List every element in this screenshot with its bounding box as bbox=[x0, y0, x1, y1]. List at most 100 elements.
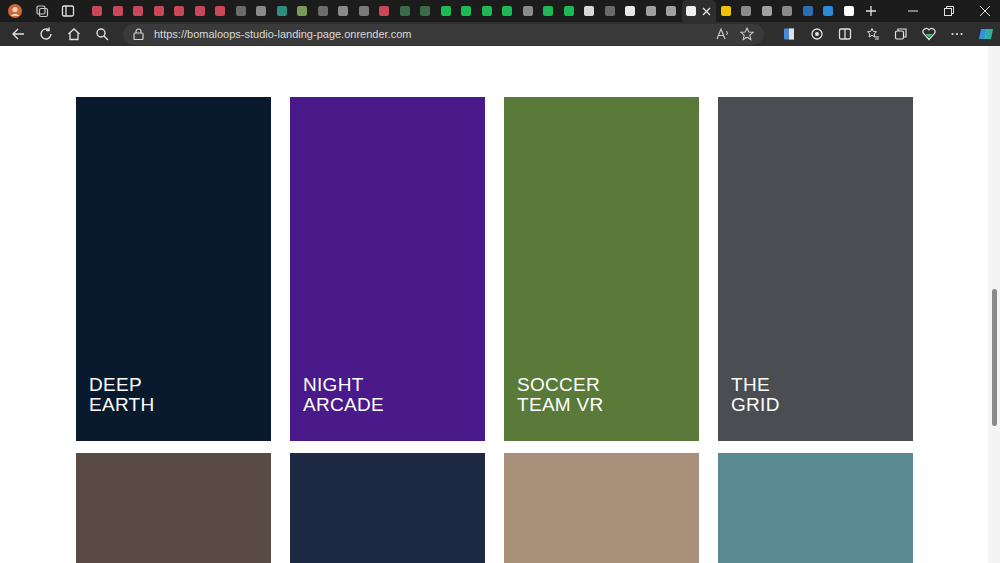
back-icon[interactable] bbox=[11, 27, 25, 41]
browser-tab[interactable] bbox=[798, 0, 819, 22]
tab-strip bbox=[87, 0, 859, 22]
browser-tab[interactable] bbox=[682, 0, 716, 22]
project-card[interactable]: NIGHTARCADE bbox=[290, 97, 485, 441]
favicon-icon bbox=[564, 6, 574, 16]
project-card[interactable]: DEEPEARTH bbox=[76, 97, 271, 441]
project-card[interactable] bbox=[504, 453, 699, 563]
browser-tab[interactable] bbox=[190, 0, 211, 22]
favicon-icon bbox=[625, 6, 635, 16]
home-icon[interactable] bbox=[67, 27, 81, 41]
favicon-icon bbox=[113, 6, 123, 16]
read-aloud-icon[interactable] bbox=[716, 27, 730, 41]
browser-tab[interactable] bbox=[839, 0, 860, 22]
favicon-icon bbox=[215, 6, 225, 16]
browser-tab[interactable] bbox=[736, 0, 757, 22]
browser-tab[interactable] bbox=[497, 0, 518, 22]
refresh-icon[interactable] bbox=[39, 27, 53, 41]
address-bar[interactable]: https://bomaloops-studio-landing-page.on… bbox=[123, 24, 764, 45]
browser-tab[interactable] bbox=[620, 0, 641, 22]
favicon-icon bbox=[782, 6, 792, 16]
url-text[interactable]: https://bomaloops-studio-landing-page.on… bbox=[154, 28, 411, 40]
collections-icon[interactable] bbox=[894, 27, 908, 41]
minimize-icon[interactable] bbox=[908, 6, 918, 16]
close-icon[interactable] bbox=[702, 7, 711, 16]
favicon-icon bbox=[256, 6, 266, 16]
workspaces-icon[interactable] bbox=[35, 4, 49, 18]
favicon-icon bbox=[174, 6, 184, 16]
browser-tab[interactable] bbox=[818, 0, 839, 22]
favicon-icon bbox=[762, 6, 772, 16]
favicon-icon bbox=[133, 6, 143, 16]
extensions-icon[interactable] bbox=[810, 27, 824, 41]
browser-tab[interactable] bbox=[716, 0, 737, 22]
browser-tab[interactable] bbox=[128, 0, 149, 22]
new-tab-icon[interactable] bbox=[865, 5, 877, 17]
favicon-icon bbox=[844, 6, 854, 16]
favicon-icon bbox=[523, 6, 533, 16]
split-screen-icon[interactable] bbox=[838, 27, 852, 41]
favicon-icon bbox=[400, 6, 410, 16]
favorite-star-icon[interactable] bbox=[740, 27, 754, 41]
project-card[interactable] bbox=[718, 453, 913, 563]
project-card[interactable] bbox=[290, 453, 485, 563]
favicon-icon bbox=[741, 6, 751, 16]
browser-essentials-icon[interactable] bbox=[922, 27, 936, 41]
browser-tab[interactable] bbox=[661, 0, 682, 22]
browser-tab[interactable] bbox=[210, 0, 231, 22]
browser-tab[interactable] bbox=[600, 0, 621, 22]
favicon-icon bbox=[605, 6, 615, 16]
browser-tab[interactable] bbox=[333, 0, 354, 22]
project-card[interactable] bbox=[76, 453, 271, 563]
browser-tab[interactable] bbox=[456, 0, 477, 22]
restore-icon[interactable] bbox=[944, 6, 954, 16]
browser-tab[interactable] bbox=[579, 0, 600, 22]
search-icon[interactable] bbox=[95, 27, 109, 41]
browser-tab[interactable] bbox=[251, 0, 272, 22]
favicon-icon bbox=[543, 6, 553, 16]
browser-tab[interactable] bbox=[757, 0, 778, 22]
browser-tab[interactable] bbox=[641, 0, 662, 22]
favicon-icon bbox=[686, 6, 696, 16]
favorites-icon[interactable] bbox=[866, 27, 880, 41]
browser-tab[interactable] bbox=[477, 0, 498, 22]
favicon-icon bbox=[584, 6, 594, 16]
lock-icon[interactable] bbox=[133, 28, 144, 40]
project-card[interactable]: SOCCERTEAM VR bbox=[504, 97, 699, 441]
scrollbar[interactable] bbox=[988, 46, 1000, 563]
card-title: NIGHTARCADE bbox=[303, 375, 475, 415]
browser-tab[interactable] bbox=[108, 0, 129, 22]
browser-tab[interactable] bbox=[313, 0, 334, 22]
tab-actions-icon[interactable] bbox=[61, 4, 75, 18]
browser-tab[interactable] bbox=[149, 0, 170, 22]
favicon-icon bbox=[666, 6, 676, 16]
scrollbar-thumb[interactable] bbox=[992, 289, 997, 426]
browser-tab[interactable] bbox=[169, 0, 190, 22]
favicon-icon bbox=[277, 6, 287, 16]
browser-tab[interactable] bbox=[395, 0, 416, 22]
copilot-icon[interactable] bbox=[978, 26, 994, 42]
browser-tab[interactable] bbox=[415, 0, 436, 22]
browser-tab[interactable] bbox=[272, 0, 293, 22]
project-card[interactable]: THEGRID bbox=[718, 97, 913, 441]
card-title: THEGRID bbox=[731, 375, 903, 415]
favicon-icon bbox=[482, 6, 492, 16]
more-icon[interactable] bbox=[950, 27, 964, 41]
browser-tab[interactable] bbox=[374, 0, 395, 22]
favicon-icon bbox=[502, 6, 512, 16]
browser-tab[interactable] bbox=[518, 0, 539, 22]
profile-icon[interactable] bbox=[7, 3, 23, 19]
browser-tab[interactable] bbox=[292, 0, 313, 22]
browser-tab[interactable] bbox=[559, 0, 580, 22]
browser-tab[interactable] bbox=[538, 0, 559, 22]
browser-tab[interactable] bbox=[354, 0, 375, 22]
card-title: SOCCERTEAM VR bbox=[517, 375, 689, 415]
favicon-icon bbox=[195, 6, 205, 16]
card-title: DEEPEARTH bbox=[89, 375, 261, 415]
browser-tab[interactable] bbox=[87, 0, 108, 22]
extension-icon[interactable] bbox=[782, 27, 796, 41]
favicon-icon bbox=[92, 6, 102, 16]
browser-tab[interactable] bbox=[777, 0, 798, 22]
close-window-icon[interactable] bbox=[980, 6, 990, 16]
browser-tab[interactable] bbox=[231, 0, 252, 22]
browser-tab[interactable] bbox=[436, 0, 457, 22]
